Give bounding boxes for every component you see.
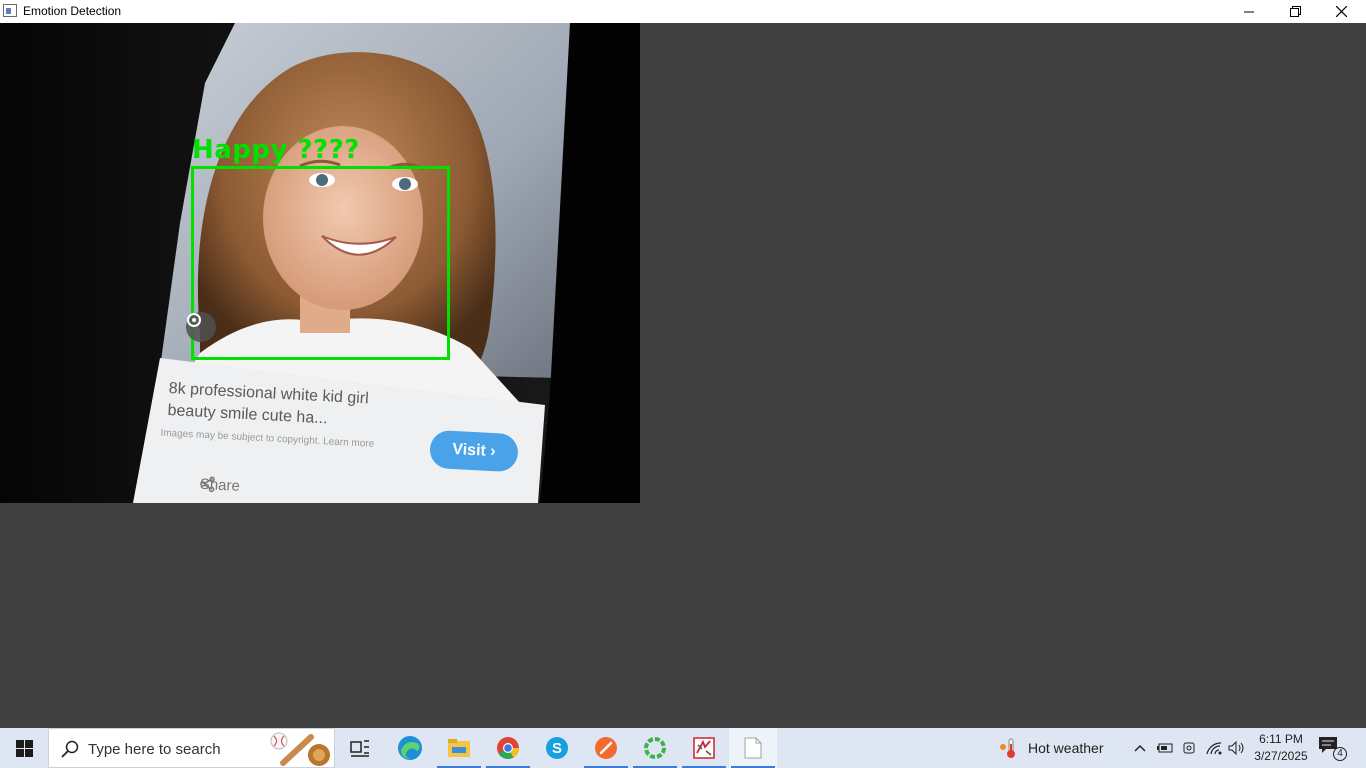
skype-app[interactable]: S (533, 728, 581, 768)
task-view-button[interactable] (336, 728, 384, 768)
app-window-icon (3, 4, 17, 17)
chevron-up-icon (1134, 744, 1146, 752)
volume-tray[interactable] (1226, 728, 1248, 768)
minimize-button[interactable] (1226, 0, 1272, 23)
thermometer-icon (1000, 738, 1015, 758)
taskbar: Type here to search S Hot weather 6:11 P… (0, 728, 1366, 768)
restore-button[interactable] (1272, 0, 1318, 23)
weather-widget[interactable]: Hot weather (998, 728, 1103, 768)
windows-logo-icon (15, 739, 33, 757)
visit-label: Visit (451, 440, 487, 460)
blank-document-icon (744, 737, 762, 759)
image-info-card: 8k professional white kid girl beauty sm… (143, 365, 545, 503)
start-button[interactable] (0, 728, 48, 768)
wifi-icon (1206, 742, 1222, 755)
edge-icon (398, 736, 422, 760)
meet-now-icon (1183, 742, 1195, 754)
file-explorer-app[interactable] (435, 728, 483, 768)
blank-document-app[interactable] (729, 728, 777, 768)
search-icon (61, 740, 79, 758)
edge-app[interactable] (386, 728, 434, 768)
clock-date: 3/27/2025 (1254, 749, 1308, 763)
file-explorer-icon (448, 739, 470, 757)
minimize-icon (1244, 11, 1254, 12)
window-title: Emotion Detection (23, 4, 122, 18)
title-bar: Emotion Detection (0, 0, 1366, 23)
restore-icon (1289, 6, 1301, 17)
meet-now-tray[interactable] (1178, 728, 1200, 768)
video-frame: Happy ???? 8k professional white kid gir… (0, 23, 640, 503)
notification-center-button[interactable]: 4 (1318, 736, 1348, 762)
search-placeholder: Type here to search (88, 741, 221, 758)
paint-app-icon (693, 737, 715, 759)
battery-tray[interactable] (1154, 728, 1176, 768)
share-icon (200, 476, 215, 493)
card-disclaimer: Images may be subject to copyright. Lear… (160, 427, 375, 450)
close-icon (1335, 6, 1347, 17)
chrome-icon (497, 737, 519, 759)
search-box[interactable]: Type here to search (48, 728, 335, 768)
show-hidden-icons-button[interactable] (1130, 728, 1150, 768)
chrome-app[interactable] (484, 728, 532, 768)
emotion-label: Happy ???? (192, 135, 360, 165)
baseball-highlight-icon (270, 732, 330, 766)
green-ring-app-icon (644, 737, 666, 759)
card-title-line2: beauty smile cute ha... (167, 401, 328, 428)
chevron-right-icon: › (485, 442, 497, 461)
clock-time: 6:11 PM (1259, 732, 1303, 746)
pen-app[interactable] (582, 728, 630, 768)
svg-text:S: S (552, 740, 562, 757)
face-bounding-box (191, 166, 450, 360)
lens-icon (186, 312, 216, 342)
pen-app-icon (595, 737, 617, 759)
clock[interactable]: 6:11 PM 3/27/2025 (1250, 731, 1312, 765)
notification-badge: 4 (1333, 747, 1347, 761)
close-button[interactable] (1318, 0, 1364, 23)
visit-button: Visit › (429, 429, 519, 473)
task-view-icon (350, 740, 369, 757)
share-link: Share (199, 476, 240, 495)
network-tray[interactable] (1202, 728, 1226, 768)
skype-icon: S (546, 737, 568, 759)
speaker-icon (1228, 741, 1244, 755)
weather-text: Hot weather (1028, 740, 1104, 756)
paint-app[interactable] (680, 728, 728, 768)
battery-icon (1157, 743, 1173, 753)
green-ring-app[interactable] (631, 728, 679, 768)
